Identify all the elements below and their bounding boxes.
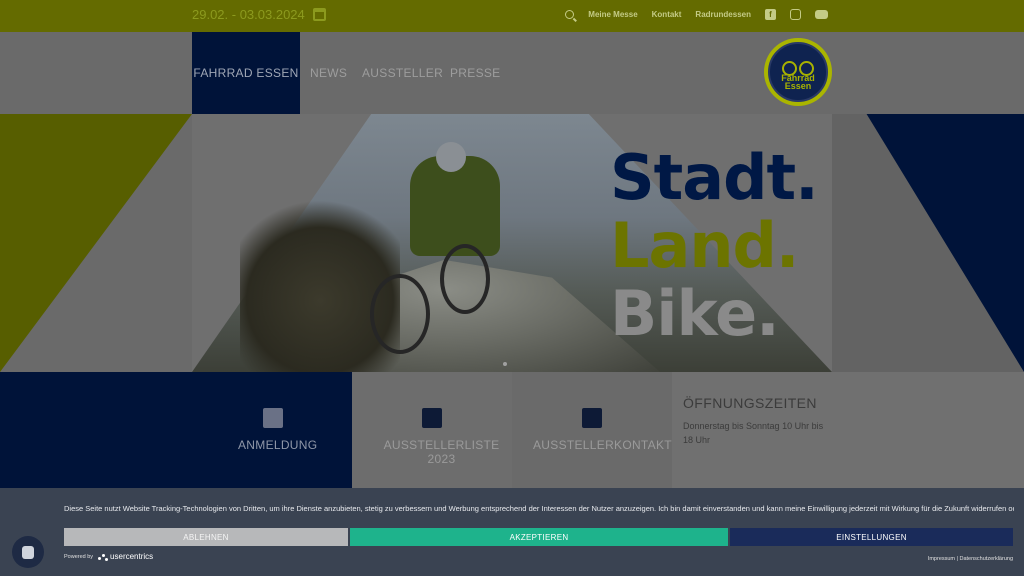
top-links: Meine Messe Kontakt Radrundessen f [565, 9, 828, 20]
event-date: 29.02. - 03.03.2024 [192, 7, 326, 22]
main-navigation: FAHRRAD ESSEN NEWS AUSSTELLER PRESSE [0, 32, 1024, 114]
legal-links[interactable]: Impressum | Datenschutzerklärung [928, 556, 1013, 562]
deny-button[interactable]: ABLEHNEN [64, 528, 348, 546]
tile-ausstellerkontakt[interactable]: AUSSTELLERKONTAKT [512, 372, 672, 488]
nav-item-presse[interactable]: PRESSE [450, 66, 501, 80]
youtube-icon[interactable] [815, 10, 828, 19]
privacy-settings-button[interactable] [12, 536, 44, 568]
hero-banner: Stadt. Land. Bike. [0, 114, 1024, 372]
opening-hours-title: ÖFFNUNGSZEITEN [683, 395, 817, 411]
tile-anmeldung[interactable]: ANMELDUNG [0, 372, 352, 488]
accept-button[interactable]: AKZEPTIEREN [350, 528, 728, 546]
opening-hours-text: Donnerstag bis Sonntag 10 Uhr bis 18 Uhr [683, 421, 824, 445]
cookie-banner: Diese Seite nutzt Website Tracking-Techn… [0, 488, 1024, 576]
kontakt-link[interactable]: Kontakt [652, 10, 682, 19]
settings-button[interactable]: EINSTELLUNGEN [730, 528, 1013, 546]
chat-icon [582, 408, 602, 428]
list-icon [422, 408, 442, 428]
calendar-icon[interactable] [312, 8, 326, 21]
usercentrics-icon [98, 553, 109, 561]
nav-item-fahrrad-essen[interactable]: FAHRRAD ESSEN [192, 32, 300, 114]
registration-icon [263, 408, 283, 428]
meine-messe-link[interactable]: Meine Messe [588, 10, 637, 19]
cookie-text: Diese Seite nutzt Website Tracking-Techn… [64, 504, 1014, 513]
quick-links: ANMELDUNG AUSSTELLERLISTE 2023 AUSSTELLE… [0, 372, 1024, 488]
bicycle-icon [782, 55, 814, 76]
nav-item-news[interactable]: NEWS [310, 66, 347, 80]
slider-dot[interactable] [503, 362, 507, 366]
tile-ausstellerliste[interactable]: AUSSTELLERLISTE 2023 [352, 372, 512, 488]
facebook-icon[interactable]: f [765, 9, 776, 20]
radrundessen-link[interactable]: Radrundessen [695, 10, 751, 19]
search-icon[interactable] [565, 10, 575, 19]
fahrrad-essen-logo[interactable]: Fahrrad Essen [764, 38, 832, 106]
hero-headline: Stadt. Land. Bike. [610, 141, 819, 350]
instagram-icon[interactable] [790, 9, 801, 20]
usercentrics-logo[interactable]: usercentrics [98, 552, 153, 561]
nav-item-aussteller[interactable]: AUSSTELLER [362, 66, 443, 80]
fingerprint-icon [22, 545, 34, 559]
powered-by: Powered by usercentrics [64, 552, 154, 561]
top-bar: 29.02. - 03.03.2024 Meine Messe Kontakt … [0, 0, 1024, 32]
